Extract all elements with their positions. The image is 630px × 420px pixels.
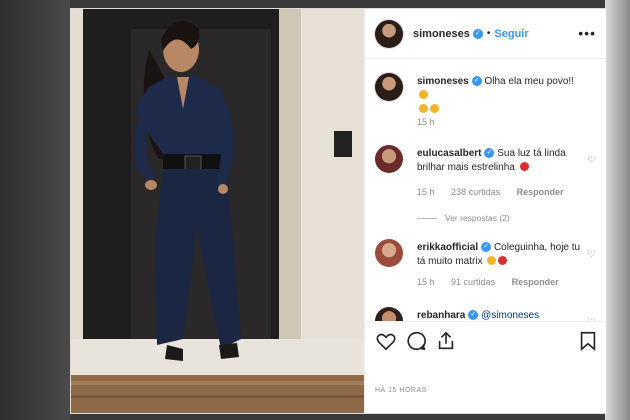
more-options-icon[interactable]: ••• [578,25,596,41]
verified-icon: ✓ [484,148,495,159]
follow-button[interactable]: Seguir [494,28,528,40]
heart-icon[interactable] [375,330,397,352]
caption-username[interactable]: simoneses [417,76,469,87]
verified-icon: ✓ [468,310,479,321]
caption-text: Olha ela meu povo!! [484,76,574,87]
photo-illustration [71,9,364,413]
comment-like-icon[interactable]: ♡ [587,155,596,166]
author-username[interactable]: simoneses [413,28,470,40]
bookmark-icon[interactable] [577,330,599,352]
emoji-icon [419,90,428,99]
background-right [605,0,630,420]
comment-like-icon[interactable]: ♡ [587,249,596,260]
reply-button[interactable]: Responder [512,277,559,287]
action-bar [365,321,606,381]
post-header: simoneses ✓ • Seguir ••• [365,9,606,59]
emoji-icon [498,256,508,265]
avatar[interactable] [375,239,403,267]
divider-line [417,218,437,220]
avatar[interactable] [375,307,403,321]
verified-icon: ✓ [472,28,483,39]
post-side-panel: simoneses ✓ • Seguir ••• simoneses ✓ Olha… [364,9,606,413]
heart-emoji-icon [519,162,529,171]
post-photo[interactable] [71,9,364,413]
posted-time: HÁ 15 HORAS [375,387,427,394]
avatar[interactable] [375,145,403,173]
avatar[interactable] [375,19,403,48]
caption-body: simoneses ✓ Olha ela meu povo!! [417,75,582,117]
reply-button[interactable]: Responder [517,187,564,197]
comment-likes[interactable]: 91 curtidas [451,277,495,287]
comment-body: erikkaofficial ✓ Coleguinha, hoje tu tá m… [417,241,582,269]
view-replies-label: Ver respostas (2) [445,213,510,223]
view-replies-button[interactable]: Ver respostas (2) [417,213,510,223]
verified-icon: ✓ [481,242,492,253]
instagram-post-card: simoneses ✓ • Seguir ••• simoneses ✓ Olha… [70,8,607,414]
comment-username[interactable]: rebanhara [417,310,465,321]
comment-username[interactable]: erikkaofficial [417,242,478,253]
comment-username[interactable]: eulucasalbert [417,148,481,159]
comment-time[interactable]: 15 h [417,277,435,287]
emoji-icon [487,256,497,265]
comment-mention[interactable]: @simoneses [481,310,539,321]
caption-meta: 15 h [417,117,449,127]
verified-icon: ✓ [471,76,482,87]
caption-time[interactable]: 15 h [417,117,435,127]
emoji-icon [419,104,428,113]
separator-dot: • [486,28,491,39]
background-left [0,0,70,420]
comment-body: eulucasalbert ✓ Sua luz tá linda brilhar … [417,147,582,175]
comment-item: eulucasalbert ✓ Sua luz tá linda brilhar … [375,141,600,231]
comment-meta: 15 h 91 curtidas Responder [417,277,573,287]
comment-icon[interactable] [405,330,427,352]
comment-body: rebanhara ✓ @simoneses [417,309,582,321]
comment-item: rebanhara✓ @simoneses ♡ [375,303,600,321]
avatar[interactable] [375,73,403,101]
emoji-icon [430,104,439,113]
comment-meta: 15 h 238 curtidas Responder [417,187,578,197]
comment-time[interactable]: 15 h [417,187,435,197]
comments-list[interactable]: simoneses ✓ Olha ela meu povo!! 15 h eulu… [365,59,606,321]
comment-item: erikkaofficial ✓ Coleguinha, hoje tu tá m… [375,235,600,301]
comment-likes[interactable]: 238 curtidas [451,187,500,197]
caption: simoneses ✓ Olha ela meu povo!! 15 h [375,69,600,129]
share-icon[interactable] [435,330,457,352]
